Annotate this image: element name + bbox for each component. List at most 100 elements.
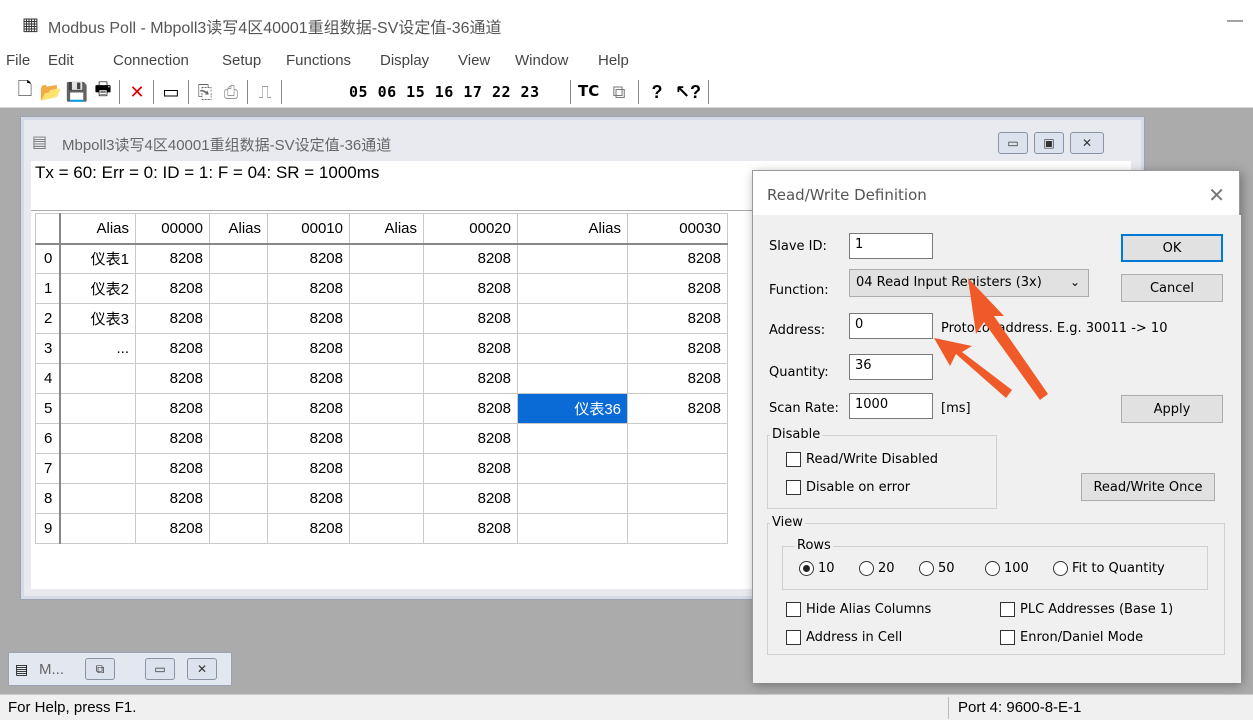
traffic-button[interactable]: TC <box>578 82 599 100</box>
rows-20-radio[interactable]: 20 <box>859 561 895 576</box>
rows-10-radio[interactable]: 10 <box>799 561 835 576</box>
save-icon[interactable]: 💾 <box>66 80 88 104</box>
child-close-button[interactable]: ✕ <box>1070 132 1104 154</box>
row-header[interactable]: 4 <box>35 363 61 394</box>
value-cell[interactable]: 8208 <box>267 363 350 394</box>
apply-button[interactable]: Apply <box>1121 395 1223 423</box>
row-header[interactable]: 2 <box>35 303 61 334</box>
value-cell[interactable]: 8208 <box>135 273 210 304</box>
value-cell[interactable]: 8208 <box>267 453 350 484</box>
alias-cell[interactable]: ... <box>59 333 136 364</box>
rows-100-radio[interactable]: 100 <box>985 561 1029 576</box>
column-header[interactable]: 00000 <box>135 213 210 245</box>
close-button[interactable]: ✕ <box>187 658 217 680</box>
row-header[interactable]: 8 <box>35 483 61 514</box>
alias-cell[interactable] <box>349 273 424 304</box>
column-header[interactable]: Alias <box>209 213 268 245</box>
value-cell[interactable]: 8208 <box>423 333 518 364</box>
alias-cell[interactable] <box>209 363 268 394</box>
alias-cell[interactable] <box>349 303 424 334</box>
value-cell[interactable]: 8208 <box>135 393 210 424</box>
rows-50-radio[interactable]: 50 <box>919 561 955 576</box>
plc-addresses-checkbox[interactable]: PLC Addresses (Base 1) <box>1000 602 1173 617</box>
menu-file[interactable]: File <box>6 52 30 69</box>
value-cell[interactable]: 8208 <box>267 273 350 304</box>
context-help-icon[interactable]: ↖? <box>675 80 701 104</box>
alias-cell[interactable] <box>209 303 268 334</box>
value-cell[interactable]: 8208 <box>267 333 350 364</box>
column-header[interactable]: Alias <box>349 213 424 245</box>
restore-button[interactable]: ⧉ <box>85 658 115 680</box>
value-cell[interactable]: 8208 <box>135 363 210 394</box>
column-header[interactable]: 00010 <box>267 213 350 245</box>
value-cell[interactable]: 8208 <box>135 423 210 454</box>
new-icon[interactable]: 🗋 <box>14 79 36 104</box>
value-cell[interactable]: 8208 <box>627 243 728 274</box>
value-cell[interactable] <box>627 453 728 484</box>
function-code-buttons[interactable]: 05 06 15 16 17 22 23 <box>349 83 540 101</box>
value-cell[interactable]: 8208 <box>135 243 210 274</box>
value-cell[interactable]: 8208 <box>267 393 350 424</box>
maximize-button[interactable]: ▭ <box>145 658 175 680</box>
function-select[interactable]: 04 Read Input Registers (3x) ⌄ <box>849 269 1089 297</box>
column-header[interactable]: 00020 <box>423 213 518 245</box>
value-cell[interactable]: 8208 <box>423 483 518 514</box>
value-cell[interactable]: 8208 <box>627 303 728 334</box>
open-icon[interactable]: 📂 <box>40 80 62 104</box>
menu-view[interactable]: View <box>458 52 490 69</box>
read-write-once-button[interactable]: Read/Write Once <box>1081 473 1215 501</box>
scan-rate-input[interactable]: 1000 <box>849 393 933 419</box>
value-cell[interactable]: 8208 <box>135 483 210 514</box>
alias-cell[interactable] <box>59 423 136 454</box>
value-cell[interactable]: 8208 <box>267 243 350 274</box>
value-cell[interactable] <box>627 513 728 544</box>
alias-cell[interactable] <box>59 453 136 484</box>
slave-id-input[interactable]: 1 <box>849 233 933 259</box>
value-cell[interactable]: 8208 <box>135 333 210 364</box>
alias-cell[interactable] <box>517 453 628 484</box>
alias-cell[interactable] <box>349 393 424 424</box>
alias-cell[interactable]: 仪表36 <box>517 393 628 424</box>
alias-cell[interactable] <box>209 333 268 364</box>
value-cell[interactable]: 8208 <box>423 363 518 394</box>
alias-cell[interactable] <box>209 483 268 514</box>
ok-button[interactable]: OK <box>1121 234 1223 262</box>
alias-cell[interactable] <box>59 393 136 424</box>
alias-cell[interactable] <box>349 483 424 514</box>
row-header[interactable]: 7 <box>35 453 61 484</box>
alias-cell[interactable] <box>349 423 424 454</box>
alias-cell[interactable] <box>349 453 424 484</box>
alias-cell[interactable] <box>517 513 628 544</box>
value-cell[interactable]: 8208 <box>423 423 518 454</box>
alias-cell[interactable] <box>517 423 628 454</box>
value-cell[interactable]: 8208 <box>423 513 518 544</box>
menu-display[interactable]: Display <box>380 52 429 69</box>
value-cell[interactable]: 8208 <box>423 303 518 334</box>
value-cell[interactable]: 8208 <box>267 513 350 544</box>
child-maximize-button[interactable]: ▣ <box>1034 132 1064 154</box>
enron-daniel-checkbox[interactable]: Enron/Daniel Mode <box>1000 630 1143 645</box>
alias-cell[interactable] <box>209 243 268 274</box>
alias-cell[interactable] <box>59 363 136 394</box>
child-minimize-button[interactable]: ▭ <box>998 132 1028 154</box>
value-cell[interactable]: 8208 <box>135 453 210 484</box>
dialog-close-icon[interactable]: ✕ <box>1208 183 1225 207</box>
alias-cell[interactable] <box>349 513 424 544</box>
row-header[interactable]: 0 <box>35 243 61 274</box>
value-cell[interactable]: 8208 <box>423 453 518 484</box>
address-input[interactable]: 0 <box>849 313 933 339</box>
alias-cell[interactable] <box>59 513 136 544</box>
row-header[interactable]: 5 <box>35 393 61 424</box>
value-cell[interactable]: 8208 <box>135 303 210 334</box>
alias-cell[interactable] <box>517 273 628 304</box>
print-icon[interactable]: 🖶 <box>92 79 114 104</box>
help-icon[interactable]: ? <box>646 80 668 104</box>
menu-help[interactable]: Help <box>598 52 629 69</box>
pulse-icon[interactable]: ⎍ <box>254 80 276 104</box>
delete-icon[interactable]: ✕ <box>126 80 148 104</box>
row-header[interactable]: 6 <box>35 423 61 454</box>
alias-cell[interactable]: 仪表1 <box>59 243 136 274</box>
value-cell[interactable] <box>627 423 728 454</box>
alias-cell[interactable] <box>517 483 628 514</box>
connect-icon[interactable]: ⎘ <box>194 80 216 104</box>
